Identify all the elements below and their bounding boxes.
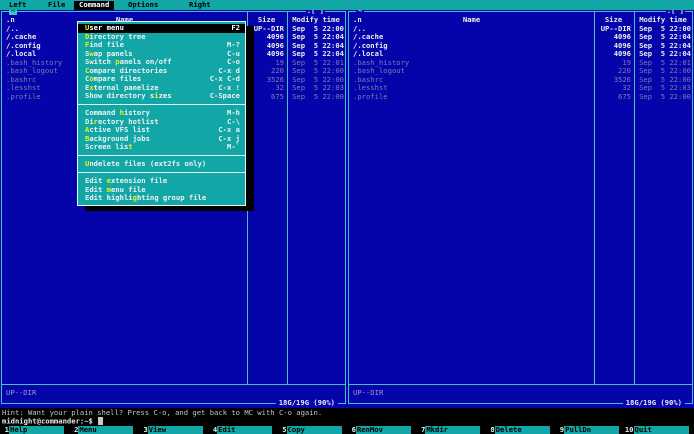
label-post: ndelete files (ext2fs only)	[89, 159, 207, 168]
file-mtime: Sep 5 22:00	[639, 91, 691, 101]
label-pre: Screen lis	[85, 142, 129, 151]
hotkey-letter: t	[128, 142, 133, 151]
mc-screen: Left File Command Options Right ~ .[^] .n Na…	[0, 0, 694, 434]
menu-item-label: Show directory sizes	[85, 91, 172, 101]
file-name: .profile	[6, 91, 41, 101]
fkey-label: PullDn	[564, 425, 620, 434]
menu-shortcut: F2	[231, 23, 240, 32]
fkey-label: Quit	[633, 425, 689, 434]
menu-item-edit-highlighting-group-file[interactable]: Edit highlighting group file	[78, 193, 245, 203]
menu-item-label: Screen list	[85, 142, 133, 152]
menu-shortcut: C-Space	[209, 91, 240, 100]
fkey-4-edit[interactable]: 4 Edit	[208, 424, 277, 434]
menubar-item-options[interactable]: Options	[128, 0, 158, 10]
fkey-number: 10	[624, 424, 634, 434]
fkey-number: 7	[421, 424, 426, 434]
file-row[interactable]: .profile 675 Sep 5 22:00	[349, 91, 692, 102]
fkey-label: View	[147, 425, 203, 434]
function-key-bar: 1 Help 2 Menu 3 View 4 Edit 5 Copy 6 RenMov 7 Mkdir 8 D…	[0, 424, 694, 434]
fkey-label: RenMov	[355, 425, 411, 434]
fkey-6-renmov[interactable]: 6 RenMov	[347, 424, 416, 434]
column-header-name[interactable]: Name	[349, 15, 594, 25]
menubar-item-left[interactable]: Left	[9, 0, 26, 10]
label-post: hting group file	[136, 193, 207, 202]
panel-divider	[349, 384, 692, 385]
fkey-1-help[interactable]: 1 Help	[0, 424, 69, 434]
fkey-3-view[interactable]: 3 View	[139, 424, 208, 434]
file-list: /.. UP--DIR Sep 5 22:00/.cache 4096 Sep 5 22…	[349, 24, 692, 102]
workspace: ~ .[^] .n Name Size Modify time /.. UP--D…	[0, 7, 694, 408]
fkey-number: 3	[143, 424, 148, 434]
file-size: 675	[271, 91, 284, 101]
menu-item-screen-list[interactable]: Screen list M-`	[78, 142, 245, 152]
fkey-9-pulldn[interactable]: 9 PullDn	[555, 424, 624, 434]
menubar-item-right[interactable]: Right	[189, 0, 211, 10]
label-post: zes	[158, 91, 172, 100]
menubar-item-file[interactable]: File	[48, 0, 65, 10]
fkey-number: 8	[490, 424, 495, 434]
command-dropdown-menu: User menu F2 Directory tree Find file M-? Swa…	[77, 21, 246, 206]
fkey-2-menu[interactable]: 2 Menu	[69, 424, 138, 434]
free-space-indicator: 18G/19G (90%)	[275, 398, 338, 407]
label-pre: Show directory s	[85, 91, 155, 100]
free-space-indicator: 18G/19G (90%)	[622, 398, 685, 407]
menu-item-show-directory-sizes[interactable]: Show directory sizes C-Space	[78, 91, 245, 101]
fkey-label: Delete	[494, 425, 550, 434]
label-pre: Edit highli	[85, 193, 133, 202]
menu-item-undelete-files-ext2fs-only[interactable]: Undelete files (ext2fs only)	[78, 159, 245, 169]
mini-status: UP--DIR	[353, 388, 384, 397]
right-panel: ~ .[^] .n Name Size Modify time /.. UP--D…	[348, 7, 693, 407]
file-mtime: Sep 5 22:00	[292, 91, 344, 101]
fkey-5-copy[interactable]: 5 Copy	[278, 424, 347, 434]
menu-shortcut: M-`	[227, 142, 240, 151]
fkey-8-delete[interactable]: 8 Delete	[486, 424, 555, 434]
menubar-item-command[interactable]: Command	[74, 0, 115, 10]
fkey-label: Help	[9, 425, 64, 434]
panel-divider	[2, 384, 345, 385]
fkey-label: Menu	[78, 425, 134, 434]
fkey-number: 6	[351, 424, 356, 434]
text-cursor	[98, 417, 103, 425]
fkey-10-quit[interactable]: 10 Quit	[624, 424, 694, 434]
fkey-number: 5	[282, 424, 287, 434]
mini-status: UP--DIR	[6, 388, 37, 397]
fkey-number: 9	[559, 424, 565, 434]
fkey-label: Copy	[286, 425, 342, 434]
menu-bar: Left File Command Options Right	[0, 0, 694, 10]
prompt-text: midnight@commander:~$	[2, 416, 98, 426]
fkey-number: 2	[74, 424, 79, 434]
menu-item-label: Undelete files (ext2fs only)	[85, 159, 207, 169]
fkey-7-mkdir[interactable]: 7 Mkdir	[416, 424, 485, 434]
file-name: .profile	[353, 91, 388, 101]
fkey-number: 4	[212, 424, 218, 434]
fkey-label: Mkdir	[425, 425, 481, 434]
file-size: 675	[618, 91, 631, 101]
fkey-number: 1	[4, 424, 9, 434]
menu-item-label: Edit highlighting group file	[85, 193, 207, 203]
fkey-label: Edit	[217, 425, 273, 434]
